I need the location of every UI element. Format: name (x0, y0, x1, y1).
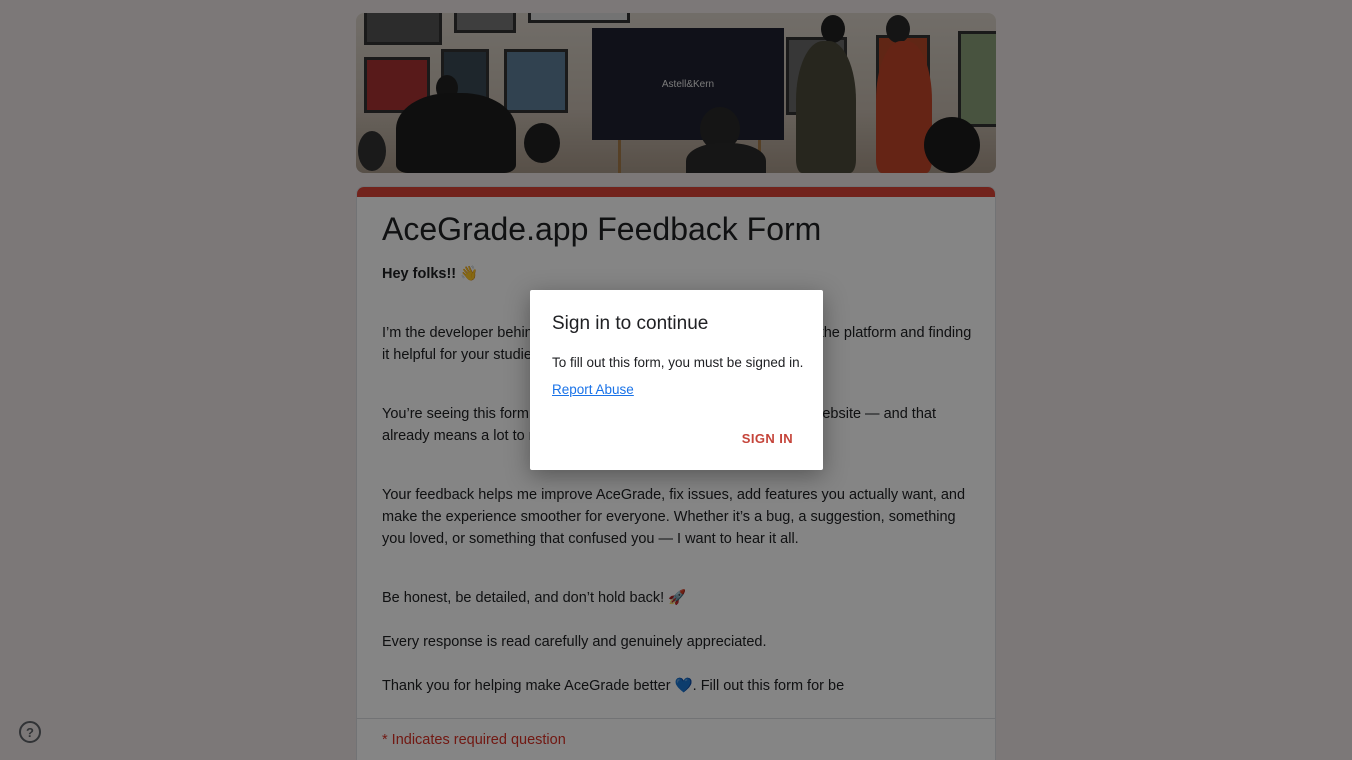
sign-in-button[interactable]: SIGN IN (742, 431, 793, 446)
dialog-title: Sign in to continue (552, 313, 709, 334)
dialog-message: To fill out this form, you must be signe… (552, 355, 804, 370)
sign-in-dialog: Sign in to continue To fill out this for… (530, 290, 823, 470)
report-abuse-link[interactable]: Report Abuse (552, 382, 634, 397)
